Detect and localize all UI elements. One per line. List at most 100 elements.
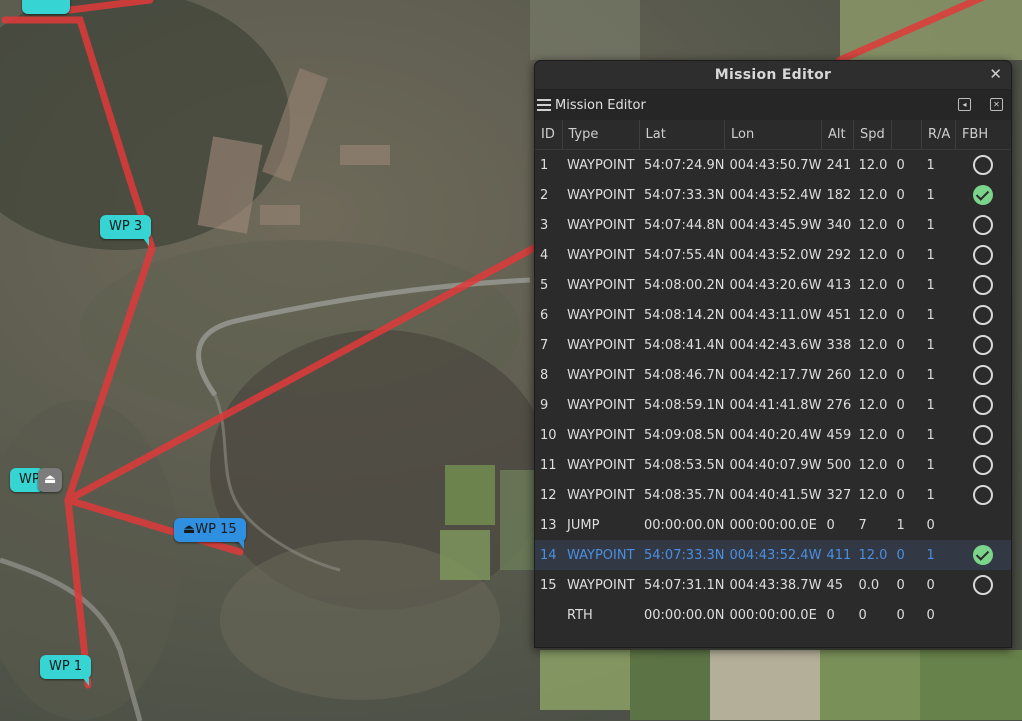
cell-p3[interactable]: 0: [891, 180, 921, 210]
cell-lat[interactable]: 54:07:33.3N: [639, 180, 725, 210]
cell-spd[interactable]: 12.0: [853, 240, 891, 270]
cell-id[interactable]: 10: [535, 420, 562, 450]
cell-type[interactable]: WAYPOINT: [562, 480, 639, 510]
cell-spd[interactable]: 12.0: [853, 270, 891, 300]
check-circle-icon[interactable]: [973, 545, 994, 565]
cell-type[interactable]: WAYPOINT: [562, 300, 639, 330]
empty-circle-icon[interactable]: [973, 455, 994, 475]
cell-type[interactable]: RTH: [562, 600, 639, 630]
cell-p3[interactable]: 0: [891, 420, 921, 450]
cell-lat[interactable]: 54:08:14.2N: [639, 300, 725, 330]
column-header[interactable]: R/A: [921, 120, 956, 150]
cell-lon[interactable]: 004:40:41.5W: [725, 480, 822, 510]
cell-spd[interactable]: 12.0: [853, 390, 891, 420]
cell-lon[interactable]: 004:43:38.7W: [725, 570, 822, 600]
cell-alt[interactable]: 241: [821, 150, 853, 181]
cell-spd[interactable]: 7: [853, 510, 891, 540]
cell-ra[interactable]: 1: [921, 180, 955, 210]
cell-ra[interactable]: 1: [921, 450, 955, 480]
table-row[interactable]: 7 WAYPOINT 54:08:41.4N 004:42:43.6W 338 12.0 0…: [535, 330, 1011, 360]
cell-spd[interactable]: 12.0: [853, 150, 891, 181]
cell-ra[interactable]: 1: [921, 150, 955, 181]
cell-lon[interactable]: 004:43:52.4W: [724, 540, 822, 570]
cell-ra[interactable]: 1: [921, 480, 955, 510]
empty-circle-icon[interactable]: [973, 485, 994, 505]
cell-p3[interactable]: 0: [891, 240, 921, 270]
cell-spd[interactable]: 12.0: [853, 300, 891, 330]
cell-id[interactable]: 4: [535, 240, 562, 270]
cell-ra[interactable]: 1: [921, 270, 955, 300]
cell-p3[interactable]: 0: [891, 300, 921, 330]
cell-ra[interactable]: 1: [921, 330, 955, 360]
cell-fbh[interactable]: [955, 360, 1011, 390]
empty-circle-icon[interactable]: [973, 395, 994, 415]
table-row[interactable]: 6 WAYPOINT 54:08:14.2N 004:43:11.0W 451 12.0 0…: [535, 300, 1011, 330]
cell-lon[interactable]: 004:43:11.0W: [725, 300, 822, 330]
cell-p3[interactable]: 0: [891, 210, 921, 240]
cell-ra[interactable]: 0: [921, 510, 955, 540]
cell-fbh[interactable]: [955, 600, 1011, 630]
column-header[interactable]: [891, 120, 922, 150]
cell-fbh[interactable]: [955, 210, 1011, 240]
column-header[interactable]: FBH: [955, 120, 1011, 150]
window-titlebar[interactable]: Mission Editor ✕: [535, 61, 1011, 90]
cell-lat[interactable]: 54:07:31.1N: [639, 570, 725, 600]
cell-type[interactable]: WAYPOINT: [562, 150, 639, 181]
empty-circle-icon[interactable]: [973, 305, 994, 325]
cell-id[interactable]: 8: [535, 360, 562, 390]
table-row[interactable]: 15 WAYPOINT 54:07:31.1N 004:43:38.7W 45 0.0 0 0: [535, 570, 1011, 600]
cell-ra[interactable]: 1: [921, 540, 956, 570]
cell-p3[interactable]: 0: [891, 570, 921, 600]
cell-id[interactable]: 9: [535, 390, 562, 420]
table-row[interactable]: 14 WAYPOINT 54:07:33.3N 004:43:52.4W 411 12.0…: [535, 540, 1011, 570]
cell-ra[interactable]: 0: [921, 600, 955, 630]
cell-lon[interactable]: 000:00:00.0E: [725, 600, 822, 630]
cell-spd[interactable]: 12.0: [853, 450, 891, 480]
table-row[interactable]: 5 WAYPOINT 54:08:00.2N 004:43:20.6W 413 12.0 0…: [535, 270, 1011, 300]
column-header[interactable]: Type: [562, 120, 640, 150]
cell-alt[interactable]: 411: [821, 540, 854, 570]
cell-id[interactable]: 14: [535, 540, 562, 570]
cell-lat[interactable]: 00:00:00.0N: [639, 600, 725, 630]
cell-type[interactable]: WAYPOINT: [562, 360, 639, 390]
cell-lat[interactable]: 54:07:24.9N: [639, 150, 725, 181]
cell-spd[interactable]: 12.0: [853, 540, 892, 570]
cell-lon[interactable]: 004:43:45.9W: [725, 210, 822, 240]
cell-lon[interactable]: 004:42:43.6W: [725, 330, 822, 360]
cell-p3[interactable]: 0: [891, 540, 922, 570]
cell-alt[interactable]: 500: [821, 450, 853, 480]
table-row[interactable]: 10 WAYPOINT 54:09:08.5N 004:40:20.4W 459 12.0…: [535, 420, 1011, 450]
cell-id[interactable]: 15: [535, 570, 562, 600]
cell-lat[interactable]: 54:08:00.2N: [639, 270, 725, 300]
column-header[interactable]: Spd: [853, 120, 892, 150]
cell-id[interactable]: 1: [535, 150, 562, 181]
cell-type[interactable]: WAYPOINT: [562, 210, 639, 240]
cell-lon[interactable]: 004:40:20.4W: [725, 420, 822, 450]
cell-fbh[interactable]: [955, 270, 1011, 300]
cell-ra[interactable]: 1: [921, 210, 955, 240]
cell-fbh[interactable]: [955, 150, 1011, 181]
column-header[interactable]: Alt: [821, 120, 854, 150]
cell-type[interactable]: WAYPOINT: [562, 450, 639, 480]
cell-type[interactable]: WAYPOINT: [562, 240, 639, 270]
cell-id[interactable]: 11: [535, 450, 562, 480]
cell-p3[interactable]: 0: [891, 480, 921, 510]
cell-type[interactable]: WAYPOINT: [562, 270, 639, 300]
cell-alt[interactable]: 327: [821, 480, 853, 510]
cell-id[interactable]: 5: [535, 270, 562, 300]
cell-lon[interactable]: 004:42:17.7W: [725, 360, 822, 390]
cell-lon[interactable]: 000:00:00.0E: [725, 510, 822, 540]
home-marker[interactable]: ⏏: [38, 468, 63, 492]
cell-lon[interactable]: 004:41:41.8W: [725, 390, 822, 420]
cell-lat[interactable]: 54:07:55.4N: [639, 240, 725, 270]
cell-type[interactable]: WAYPOINT: [562, 330, 639, 360]
cell-type[interactable]: WAYPOINT: [562, 540, 639, 570]
cell-ra[interactable]: 1: [921, 240, 955, 270]
cell-lat[interactable]: 00:00:00.0N: [639, 510, 725, 540]
cell-alt[interactable]: 276: [821, 390, 853, 420]
cell-type[interactable]: WAYPOINT: [562, 570, 639, 600]
cell-fbh[interactable]: [955, 510, 1011, 540]
cell-lon[interactable]: 004:43:52.4W: [725, 180, 822, 210]
cell-id[interactable]: 6: [535, 300, 562, 330]
empty-circle-icon[interactable]: [973, 365, 994, 385]
